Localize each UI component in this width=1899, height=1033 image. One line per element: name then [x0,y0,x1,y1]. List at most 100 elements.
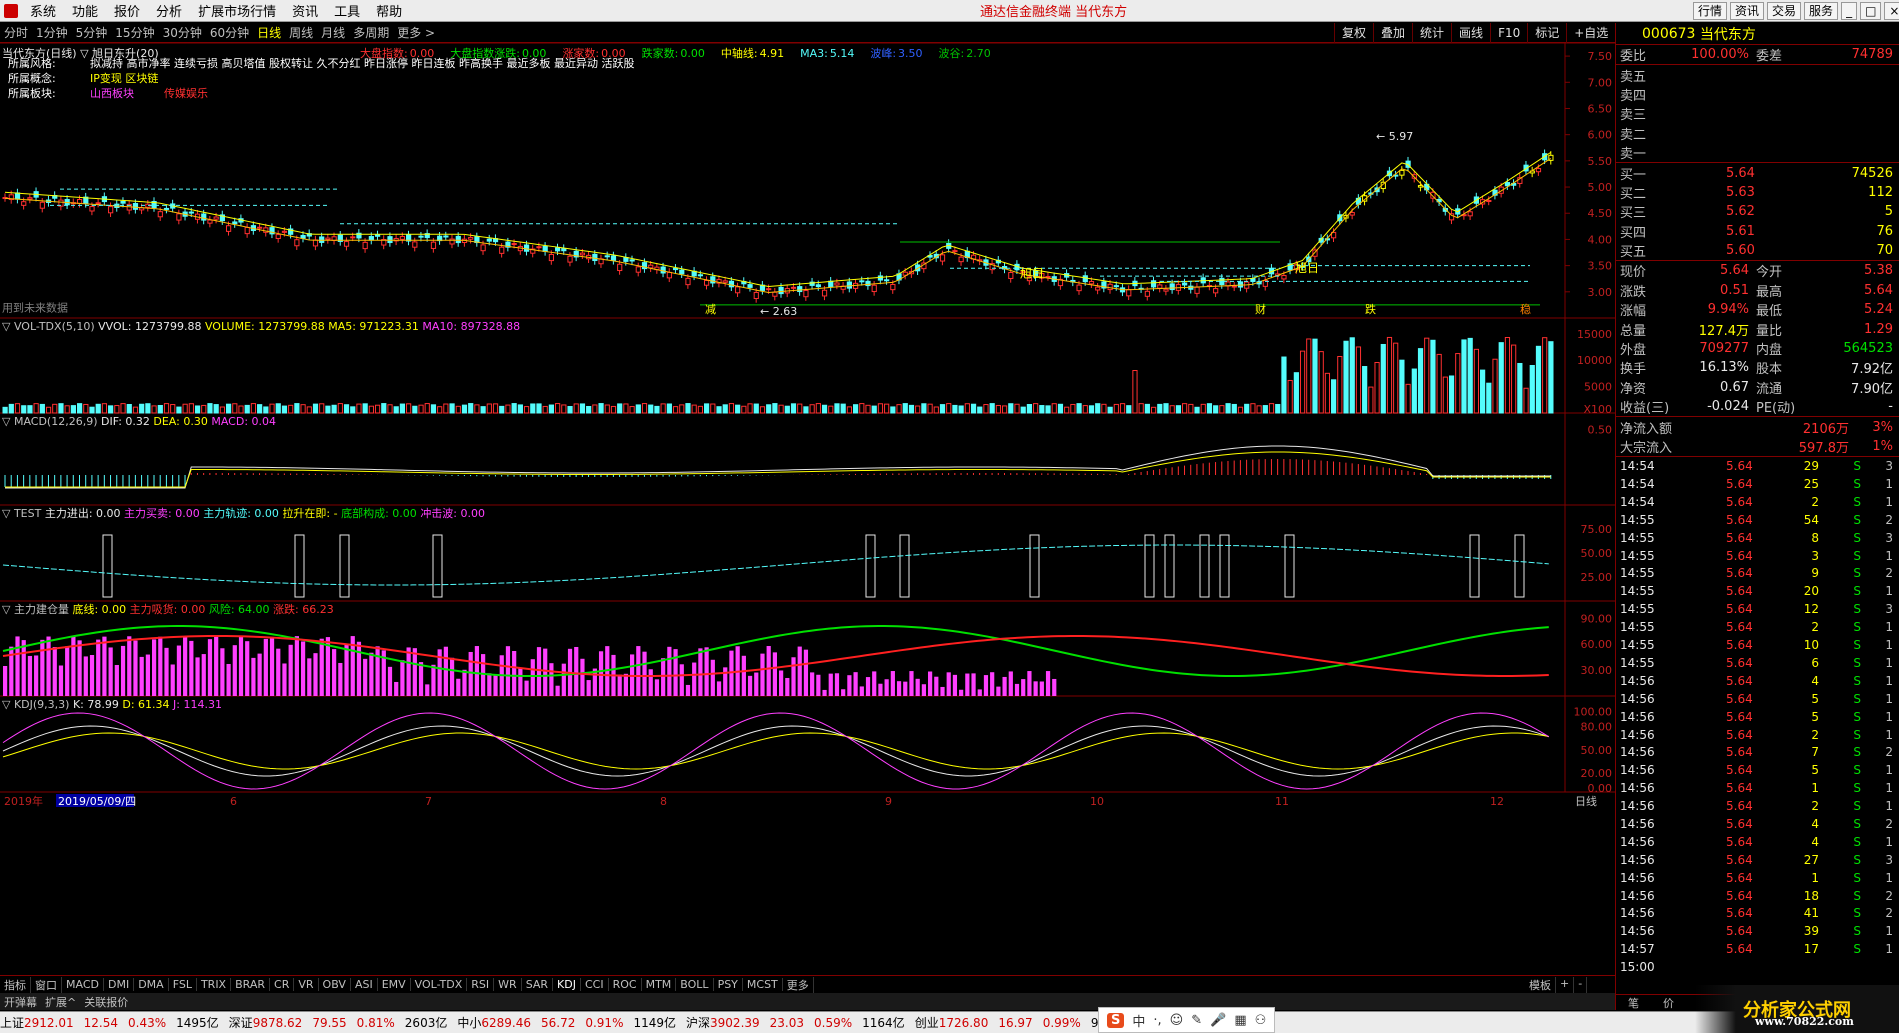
indicator-tab[interactable]: CR [270,978,295,991]
ime-icon[interactable]: ☺ [1170,1013,1184,1028]
buy-level[interactable]: 买五 5.60 70 [1616,241,1899,260]
tick-row[interactable]: 14:55 5.64 9 S 2 [1616,565,1899,583]
toolbar-button[interactable]: 复权 [1334,23,1373,43]
indicator-tab[interactable]: SAR [522,978,554,991]
tick-row[interactable]: 14:55 5.64 54 S 2 [1616,511,1899,529]
ime-icon[interactable]: ✎ [1191,1013,1202,1028]
sell-level[interactable]: 卖四 [1616,85,1899,104]
indicator-tab[interactable]: KDJ [553,978,581,991]
indicator-tab[interactable]: BRAR [231,978,271,991]
tick-row[interactable]: 14:55 5.64 20 S 1 [1616,582,1899,600]
sell-level[interactable]: 卖一 [1616,143,1899,162]
tick-row[interactable]: 14:55 5.64 10 S 1 [1616,636,1899,654]
indicator-tab[interactable]: 指标 [0,976,31,993]
buy-level[interactable]: 买二 5.63 112 [1616,183,1899,202]
indicator-tab[interactable]: VOL-TDX [411,978,468,991]
buy-level[interactable]: 买一 5.64 74526 [1616,163,1899,183]
top-button-service[interactable]: 服务 [1804,1,1839,20]
info-value[interactable]: 拟减持 高市净率 连续亏损 高贝塔值 股权转让 久不分红 昨日涨停 昨日连板 昨… [90,57,634,70]
indicator-tab[interactable]: 更多 [783,976,814,993]
index-item[interactable]: 深证9878.62 79.55 0.81% 2603亿 [229,1014,448,1031]
menu-help[interactable]: 帮助 [368,1,410,20]
period-tab[interactable]: 周线 [285,24,317,41]
tick-row[interactable]: 14:56 5.64 7 S 2 [1616,743,1899,761]
menu-function[interactable]: 功能 [64,1,106,20]
zljc-header[interactable]: ▽ 主力建仓量 底线: 0.00 主力吸货: 0.00 风险: 64.00 涨跌… [2,602,334,616]
menu-news[interactable]: 资讯 [284,1,326,20]
indicator-tab[interactable]: RSI [467,978,495,991]
indicator-tab[interactable]: DMI [104,978,135,991]
indicator-tab[interactable]: BOLL [676,978,714,991]
kdj-header[interactable]: ▽ KDJ(9,3,3) K: 78.99 D: 61.34 J: 114.31 [2,698,222,711]
period-tab[interactable]: 月线 [317,24,349,41]
ime-icon[interactable]: ⚇ [1255,1013,1267,1028]
info-value2[interactable]: 传媒娱乐 [164,87,208,100]
tick-list[interactable]: 14:54 5.64 29 S 3 14:54 5.64 25 S 1 14:54 5.64 2 S 1 14… [1616,457,1899,976]
indicator-tab[interactable]: FSL [169,978,197,991]
tick-row[interactable]: 14:56 5.64 1 S 1 [1616,779,1899,797]
ime-icon[interactable]: ▦ [1234,1013,1246,1028]
toolbar-button[interactable]: +自选 [1566,23,1615,43]
top-button-trade[interactable]: 交易 [1767,1,1802,20]
period-tab[interactable]: 1分钟 [32,24,72,41]
tick-row[interactable]: 14:54 5.64 25 S 1 [1616,475,1899,493]
extra-tab[interactable]: 开弹幕 [0,994,41,1010]
app-icon[interactable] [4,3,18,18]
toolbar-button[interactable]: 画线 [1451,23,1490,43]
period-tab[interactable]: 15分钟 [111,24,158,41]
tick-row[interactable]: 14:56 5.64 4 S 2 [1616,815,1899,833]
tick-row[interactable]: 14:56 5.64 41 S 2 [1616,904,1899,922]
minimize-button[interactable]: _ [1841,1,1858,20]
tick-row[interactable]: 14:56 5.64 18 S 2 [1616,887,1899,905]
template-button[interactable]: 模板 [1525,976,1556,993]
chart-area[interactable]: 7.50 7.00 6.50 6.00 5.50 5.00 4.50 4.00 3.50 3.00… [0,43,1615,975]
toolbar-button[interactable]: 叠加 [1373,23,1412,43]
tick-row[interactable]: 14:55 5.64 12 S 3 [1616,600,1899,618]
sell-level[interactable]: 卖五 [1616,65,1899,85]
toolbar-button[interactable]: 标记 [1527,23,1566,43]
tick-row[interactable]: 14:57 5.64 17 S 1 [1616,940,1899,958]
indicator-tab[interactable]: MCST [743,978,783,991]
period-tab[interactable]: 更多 > [393,24,439,41]
ime-toolbar[interactable]: S 中 ·, ☺ ✎ 🎤 ▦ ⚇ [1098,1007,1276,1033]
menu-system[interactable]: 系统 [22,1,64,20]
info-value[interactable]: IP变现 区块链 [90,72,158,85]
tick-row[interactable]: 14:54 5.64 29 S 3 [1616,457,1899,475]
maximize-button[interactable]: □ [1860,1,1882,20]
macd-header[interactable]: ▽ MACD(12,26,9) DIF: 0.32 DEA: 0.30 MACD… [2,415,276,428]
sell-level[interactable]: 卖三 [1616,104,1899,123]
test-header[interactable]: ▽ TEST 主力进出: 0.00 主力买卖: 0.00 主力轨迹: 0.00 … [2,506,485,520]
tick-row[interactable]: 15:00 [1616,958,1899,976]
tick-row[interactable]: 14:56 5.64 5 S 1 [1616,708,1899,726]
tick-row[interactable]: 14:55 5.64 6 S 1 [1616,654,1899,672]
tick-row[interactable]: 14:56 5.64 4 S 1 [1616,833,1899,851]
tick-row[interactable]: 14:56 5.64 1 S 1 [1616,869,1899,887]
buy-level[interactable]: 买三 5.62 5 [1616,202,1899,221]
tick-row[interactable]: 14:55 5.64 2 S 1 [1616,618,1899,636]
indicator-tab[interactable]: WR [494,978,522,991]
menu-extended-market[interactable]: 扩展市场行情 [190,1,284,20]
index-item[interactable]: 中小6289.46 56.72 0.91% 1149亿 [457,1014,676,1031]
period-tab[interactable]: 分时 [0,24,32,41]
indicator-tab[interactable]: ASI [351,978,378,991]
indicator-tab[interactable]: 窗口 [31,976,62,993]
indicator-tab[interactable]: CCI [581,978,609,991]
index-item[interactable]: 上证2912.01 12.54 0.43% 1495亿 [0,1014,219,1031]
top-button-market[interactable]: 行情 [1693,1,1728,20]
indicator-tab[interactable]: OBV [319,978,351,991]
tick-row[interactable]: 14:56 5.64 5 S 1 [1616,761,1899,779]
menu-tools[interactable]: 工具 [326,1,368,20]
vol-header[interactable]: ▽ VOL-TDX(5,10) VVOL: 1273799.88 VOLUME:… [2,320,520,333]
tick-row[interactable]: 14:56 5.64 27 S 3 [1616,851,1899,869]
top-button-news[interactable]: 资讯 [1730,1,1765,20]
tick-row[interactable]: 14:54 5.64 2 S 1 [1616,493,1899,511]
extra-tab[interactable]: 关联报价 [80,994,132,1010]
tick-row[interactable]: 14:56 5.64 39 S 1 [1616,922,1899,940]
tick-row[interactable]: 14:55 5.64 8 S 3 [1616,529,1899,547]
template-button[interactable]: + [1556,976,1575,993]
menu-quote[interactable]: 报价 [106,1,148,20]
indicator-tab[interactable]: TRIX [197,978,232,991]
menu-analysis[interactable]: 分析 [148,1,190,20]
toolbar-button[interactable]: 统计 [1412,23,1451,43]
tick-row[interactable]: 14:55 5.64 3 S 1 [1616,547,1899,565]
